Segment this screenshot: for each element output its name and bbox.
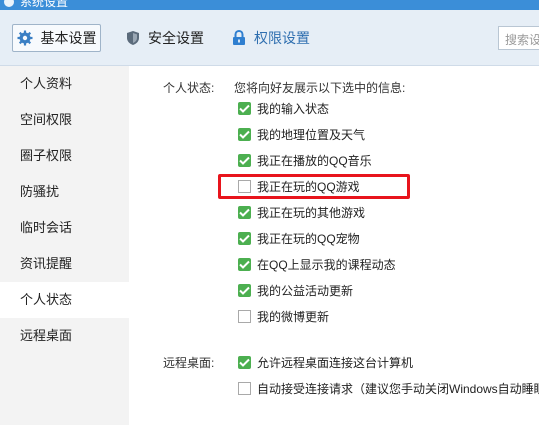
- option-label: 在QQ上显示我的课程动态: [257, 258, 396, 272]
- app-icon: [4, 0, 14, 7]
- window-title: 系统设置: [20, 0, 69, 9]
- option-qq-music[interactable]: 我正在播放的QQ音乐: [238, 152, 372, 169]
- option-qq-pet[interactable]: 我正在玩的QQ宠物: [238, 230, 360, 247]
- tab-permission-settings-label: 权限设置: [254, 30, 310, 46]
- option-typing-status[interactable]: 我的输入状态: [238, 100, 329, 117]
- option-label: 自动接受连接请求（建议您手动关闭Windows自动睡眠: [257, 382, 539, 396]
- sidebar-item-personal-status[interactable]: 个人状态: [0, 282, 129, 318]
- checkbox-checked-icon[interactable]: [238, 284, 251, 297]
- option-label: 允许远程桌面连接这台计算机: [257, 356, 414, 370]
- toolbar: 基本设置 安全设置 权限设置 搜索设: [0, 10, 539, 66]
- option-label: 我的输入状态: [257, 102, 330, 116]
- tab-security-settings[interactable]: 安全设置: [126, 24, 204, 52]
- option-label: 我的公益活动更新: [257, 284, 354, 298]
- sidebar-item-circle-permissions[interactable]: 圈子权限: [0, 138, 129, 174]
- sidebar: 个人资料 空间权限 圈子权限 防骚扰 临时会话 资讯提醒 个人状态 远程桌面: [0, 66, 129, 425]
- sidebar-item-space-permissions[interactable]: 空间权限: [0, 102, 129, 138]
- tab-basic-settings-label: 基本设置: [40, 30, 97, 46]
- option-label: 我的微博更新: [257, 310, 330, 324]
- tab-permission-settings[interactable]: 权限设置: [232, 24, 310, 52]
- sidebar-item-news-alerts[interactable]: 资讯提醒: [0, 246, 129, 282]
- title-bar: 系统设置: [0, 0, 539, 10]
- sidebar-item-anti-harassment[interactable]: 防骚扰: [0, 174, 129, 210]
- checkbox-checked-icon[interactable]: [238, 232, 251, 245]
- shield-icon: [127, 31, 139, 45]
- option-label: 我正在玩的其他游戏: [257, 206, 366, 220]
- checkbox-unchecked-icon[interactable]: [238, 382, 251, 395]
- tab-basic-settings[interactable]: 基本设置: [12, 24, 101, 52]
- checkbox-checked-icon[interactable]: [238, 206, 251, 219]
- status-section-label: 个人状态:: [163, 81, 215, 95]
- remote-section-label: 远程桌面:: [163, 356, 215, 370]
- settings-panel: 个人状态: 您将向好友展示以下选中的信息: 我的输入状态 我的地理位置及天气 我…: [129, 66, 539, 425]
- option-other-games[interactable]: 我正在玩的其他游戏: [238, 204, 365, 221]
- option-course-activity[interactable]: 在QQ上显示我的课程动态: [238, 256, 396, 273]
- checkbox-checked-icon[interactable]: [238, 128, 251, 141]
- option-location-weather[interactable]: 我的地理位置及天气: [238, 126, 365, 143]
- checkbox-unchecked-icon[interactable]: [238, 310, 251, 323]
- option-label: 我正在播放的QQ音乐: [257, 154, 372, 168]
- option-charity-updates[interactable]: 我的公益活动更新: [238, 282, 353, 299]
- option-weibo-updates[interactable]: 我的微博更新: [238, 308, 329, 325]
- gear-icon: [17, 30, 32, 46]
- sidebar-item-remote-desktop[interactable]: 远程桌面: [0, 318, 129, 354]
- sidebar-item-profile[interactable]: 个人资料: [0, 66, 129, 102]
- option-label: 我正在玩的QQ宠物: [257, 232, 360, 246]
- lock-icon: [233, 30, 245, 45]
- sidebar-item-temp-chat[interactable]: 临时会话: [0, 210, 129, 246]
- red-highlight-box: [218, 174, 410, 199]
- search-input[interactable]: 搜索设: [498, 26, 539, 50]
- status-section-intro: 您将向好友展示以下选中的信息:: [234, 81, 406, 95]
- checkbox-checked-icon[interactable]: [238, 102, 251, 115]
- checkbox-checked-icon[interactable]: [238, 154, 251, 167]
- option-allow-remote-desktop[interactable]: 允许远程桌面连接这台计算机: [238, 354, 413, 371]
- option-label: 我的地理位置及天气: [257, 128, 366, 142]
- option-auto-accept-connection[interactable]: 自动接受连接请求（建议您手动关闭Windows自动睡眠: [238, 380, 539, 397]
- checkbox-checked-icon[interactable]: [238, 258, 251, 271]
- checkbox-checked-icon[interactable]: [238, 356, 251, 369]
- tab-security-settings-label: 安全设置: [148, 30, 204, 46]
